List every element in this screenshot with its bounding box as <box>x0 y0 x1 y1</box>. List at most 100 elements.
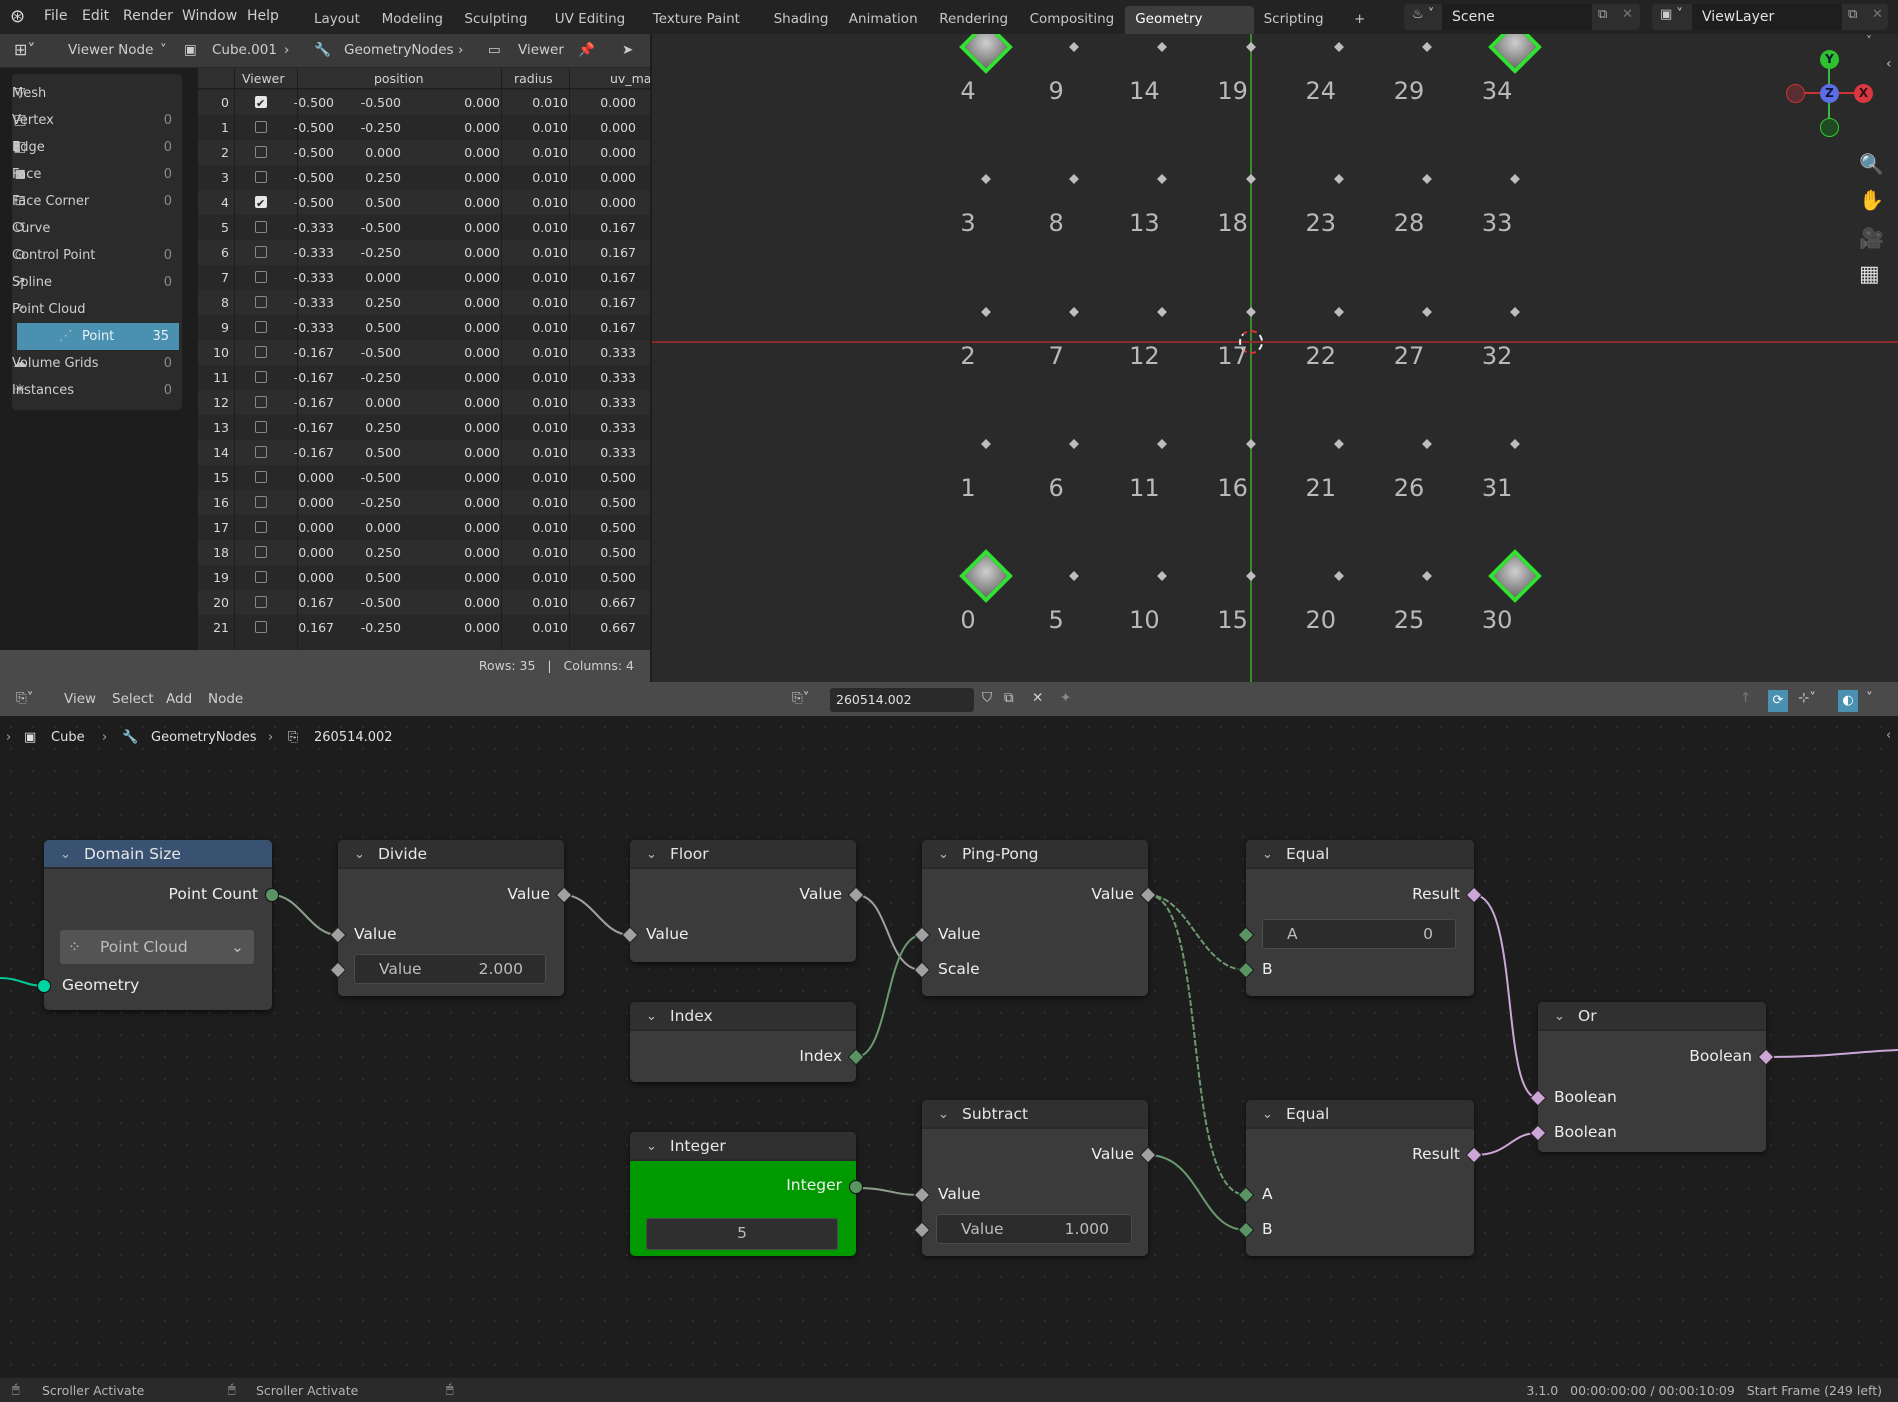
tab-uv-editing[interactable]: UV Editing <box>545 6 635 34</box>
column-header-viewer[interactable]: Viewer <box>242 71 285 86</box>
camera-icon[interactable]: 🎥 <box>1859 226 1884 250</box>
sidebar-item-face-corner[interactable]: ⊡ Face Corner 0 <box>12 188 182 215</box>
socket-value-in[interactable] <box>913 926 931 944</box>
point-marker[interactable] <box>1069 174 1080 185</box>
point-marker[interactable] <box>1510 174 1521 185</box>
duplicate-view-layer-icon[interactable]: ⧉ <box>1848 7 1857 22</box>
viewer-checkbox[interactable] <box>255 191 267 216</box>
point-marker[interactable] <box>1069 42 1080 53</box>
viewer-checkbox[interactable] <box>255 471 267 483</box>
socket-value-out[interactable] <box>1139 886 1157 904</box>
table-row[interactable]: 8 -0.333 0.250 0.000 0.010 0.167 <box>198 290 650 315</box>
socket-point-count[interactable] <box>265 888 279 902</box>
socket-value-out[interactable] <box>1139 1146 1157 1164</box>
breadcrumb-node-tree[interactable]: 260514.002 <box>314 730 393 745</box>
tab-shading[interactable]: Shading <box>764 6 839 34</box>
table-row[interactable]: 6 -0.333 -0.250 0.000 0.010 0.167 <box>198 240 650 265</box>
tab-rendering[interactable]: Rendering <box>929 6 1018 34</box>
table-row[interactable]: 5 -0.333 -0.500 0.000 0.010 0.167 <box>198 215 650 240</box>
tab-layout[interactable]: Layout <box>304 6 370 34</box>
point-marker[interactable] <box>1422 438 1432 449</box>
breadcrumb-object[interactable]: Cube.001 <box>212 42 277 58</box>
close-scene-icon[interactable]: ✕ <box>1622 7 1633 22</box>
viewer-checkbox[interactable] <box>255 171 267 183</box>
fake-user-shield-icon[interactable]: ⛉ <box>982 690 992 706</box>
tab-geometry-nodes[interactable]: Geometry Nodes <box>1125 6 1254 53</box>
viewer-checkbox[interactable] <box>255 621 267 633</box>
point-marker[interactable] <box>981 174 991 185</box>
scene-selector[interactable]: ♨ ˅ Scene ⧉ ✕ <box>1404 4 1640 30</box>
breadcrumb-node[interactable]: Viewer <box>518 42 564 58</box>
scene-name-field[interactable]: Scene <box>1442 4 1592 30</box>
node-floor[interactable]: ⌄ Floor Value Value <box>621 840 865 962</box>
socket-integer-out[interactable] <box>849 1180 863 1194</box>
node-domain-size[interactable]: ⌄ Domain Size Point Count ⁘ Point Cloud ⌄… <box>37 840 279 1010</box>
sidebar-item-edge[interactable]: ◧ Edge 0 <box>12 134 182 161</box>
node-tree-name-field[interactable]: 260514.002 <box>830 688 974 712</box>
menu-render[interactable]: Render <box>123 8 173 24</box>
point-marker[interactable] <box>1245 306 1256 317</box>
point-marker[interactable] <box>1510 438 1521 449</box>
point-marker[interactable] <box>1333 571 1344 581</box>
sidebar-item-mesh[interactable]: ▽ Mesh <box>12 80 182 107</box>
socket-result-out[interactable] <box>1465 1146 1483 1164</box>
viewer-checkbox[interactable] <box>255 146 267 158</box>
zoom-icon[interactable]: 🔍 <box>1859 152 1884 176</box>
point-marker[interactable] <box>1245 438 1256 449</box>
node-tree-icon[interactable]: ⎘˅ <box>792 690 810 706</box>
viewer-checkbox[interactable] <box>255 321 267 333</box>
point-marker[interactable] <box>1245 42 1256 53</box>
breadcrumb-modifier[interactable]: GeometryNodes <box>151 730 257 745</box>
table-row[interactable]: 1 -0.500 -0.250 0.000 0.010 0.000 <box>198 115 650 140</box>
selected-point-marker[interactable] <box>959 549 1013 603</box>
point-marker[interactable] <box>1157 42 1168 53</box>
point-marker[interactable] <box>1157 306 1168 317</box>
node-subtract[interactable]: ⌄ Subtract Value Value Value 1.000 <box>913 1100 1157 1256</box>
hand-pan-icon[interactable]: ✋ <box>1859 188 1884 212</box>
point-marker[interactable] <box>981 306 991 317</box>
point-marker[interactable] <box>1422 42 1432 53</box>
point-marker[interactable] <box>1333 174 1344 185</box>
viewer-checkbox[interactable] <box>255 571 267 583</box>
view-layer-selector[interactable]: ▣ ˅ ViewLayer ⧉ ✕ <box>1652 4 1888 30</box>
table-row[interactable]: 7 -0.333 0.000 0.000 0.010 0.167 <box>198 265 650 290</box>
node-or[interactable]: ⌄ Or Boolean Boolean Boolean <box>1529 1002 1775 1152</box>
node-index[interactable]: ⌄ Index Index <box>630 1002 865 1082</box>
sidebar-item-point-cloud[interactable]: ⁘ Point Cloud <box>12 296 182 323</box>
viewer-checkbox[interactable] <box>255 496 267 508</box>
socket-a-in[interactable] <box>1237 1186 1255 1204</box>
sidebar-item-face[interactable]: ◼ Face 0 <box>12 161 182 188</box>
socket-value-out[interactable] <box>555 886 573 904</box>
column-header-position[interactable]: position <box>374 71 424 86</box>
menu-add[interactable]: Add <box>166 691 192 707</box>
breadcrumb-object[interactable]: Cube <box>51 730 85 745</box>
menu-file[interactable]: File <box>44 8 67 24</box>
viewer-checkbox[interactable] <box>255 546 267 558</box>
socket-value-in-2[interactable] <box>913 1221 931 1239</box>
gizmo-y-icon[interactable]: Y <box>1820 50 1839 69</box>
toggle-header-icon[interactable]: ˅ <box>1866 34 1872 48</box>
close-view-layer-icon[interactable]: ✕ <box>1872 7 1883 22</box>
viewer-checkbox[interactable] <box>255 396 267 408</box>
editor-type-icon[interactable]: ⊞˅ <box>14 40 35 59</box>
collapse-chevron-icon[interactable]: ⌄ <box>646 1002 657 1031</box>
viewer-checkbox[interactable] <box>255 421 267 433</box>
auto-offset-icon[interactable]: ⟳ <box>1768 690 1788 712</box>
tab-texture-paint[interactable]: Texture Paint <box>643 6 750 34</box>
navigation-gizmo[interactable]: Y X Z <box>1780 44 1880 144</box>
viewer-checkbox[interactable] <box>255 346 267 358</box>
divide-value-field[interactable]: Value 2.000 <box>354 954 546 984</box>
table-row[interactable]: 12 -0.167 0.000 0.000 0.010 0.333 <box>198 390 650 415</box>
sidebar-item-curve[interactable]: ↺ Curve <box>12 215 182 242</box>
point-marker[interactable] <box>1422 306 1432 317</box>
3d-viewport[interactable]: 0 1 2 3 4 5 6 7 8 9 10 11 12 13 14 15 16 17 18 19 20 21 22 23 24… <box>652 34 1898 682</box>
point-marker[interactable] <box>1333 306 1344 317</box>
table-row[interactable]: 11 -0.167 -0.250 0.000 0.010 0.333 <box>198 365 650 390</box>
socket-index-out[interactable] <box>847 1048 865 1066</box>
collapse-chevron-icon[interactable]: ⌄ <box>938 1100 949 1129</box>
point-marker[interactable] <box>1157 438 1168 449</box>
viewer-checkbox[interactable] <box>255 446 267 458</box>
collapse-chevron-icon[interactable]: ⌄ <box>1262 1100 1273 1129</box>
menu-view[interactable]: View <box>64 691 96 707</box>
node-ping-pong[interactable]: ⌄ Ping-Pong Value Value Scale <box>913 840 1157 996</box>
